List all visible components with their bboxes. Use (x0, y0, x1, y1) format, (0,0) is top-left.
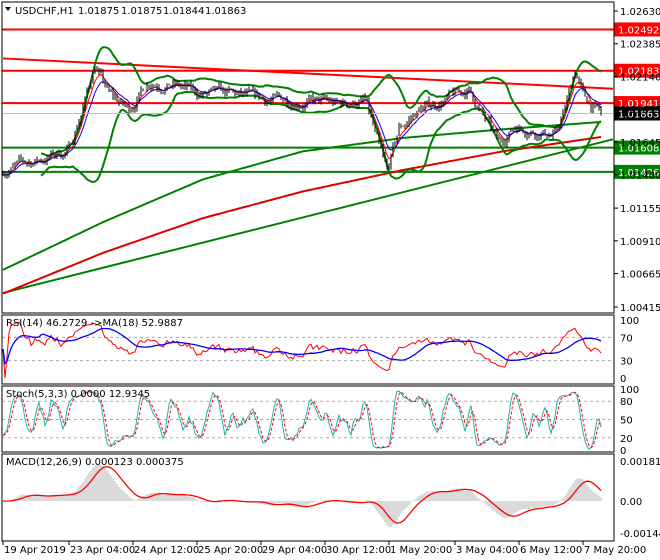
symbol-label: USDCHF,H1 (15, 6, 74, 17)
high-value: 1.01875 (121, 6, 162, 17)
open-value: 1.01875 (78, 6, 119, 17)
macd-axis-label: 0.00 (620, 497, 642, 508)
time-label: 24 Apr 12:00 (134, 545, 199, 556)
time-label: 25 Apr 20:00 (198, 545, 263, 556)
time-label: 3 May 04:00 (456, 545, 518, 556)
price-tick-label: 1.01895 (620, 105, 660, 116)
time-label: 19 Apr 2019 (4, 545, 66, 556)
stoch-axis-label: 20 (620, 434, 633, 445)
stoch-axis-label: 50 (620, 416, 633, 427)
price-tick-label: 1.00910 (620, 237, 660, 248)
rsi-label: RSI(14) 46.2729 ->MA(18) 52.9887 (6, 318, 183, 329)
low-value: 1.01844 (163, 6, 204, 17)
time-label: 7 May 20:00 (584, 545, 646, 556)
price-tick-label: 1.02385 (620, 40, 660, 51)
time-label: 29 Apr 04:00 (262, 545, 327, 556)
price-tick-label: 1.02140 (620, 72, 660, 83)
stoch-label: Stoch(5,3,3) 0.0000 12.9345 (6, 389, 150, 400)
price-tick-label: 1.01645 (620, 138, 660, 149)
chart-header: USDCHF,H1 1.01875 1.01875 1.01844 1.0186… (5, 6, 246, 17)
macd-axis-label: 0.001813 (620, 457, 660, 468)
stoch-axis-label: 100 (620, 385, 639, 396)
macd-label: MACD(12,26,9) 0.000123 0.000375 (6, 457, 184, 468)
price-tick-label: 1.01155 (620, 204, 660, 215)
price-tick-label: 1.00415 (620, 303, 660, 314)
close-value: 1.01863 (205, 6, 246, 17)
time-label: 23 Apr 04:00 (70, 545, 135, 556)
rsi-axis-label: 70 (620, 333, 633, 344)
time-label: 1 May 20:00 (390, 545, 452, 556)
rsi-axis-label: 0 (620, 374, 626, 385)
price-tick-label: 1.00665 (620, 270, 660, 281)
resistance-level-label: 1.02492 (618, 25, 659, 36)
price-tick-label: 1.01400 (620, 171, 660, 182)
stoch-axis-label: 0 (620, 446, 626, 457)
rsi-axis-label: 100 (620, 316, 639, 327)
stoch-axis-label: 80 (620, 397, 633, 408)
rsi-axis-label: 30 (620, 357, 633, 368)
price-tick-label: 1.02630 (620, 7, 660, 18)
time-label: 6 May 12:00 (520, 545, 582, 556)
time-label: 30 Apr 12:00 (326, 545, 391, 556)
trading-chart[interactable]: 1.024921.021831.019411.016081.014261.018… (0, 0, 660, 560)
macd-axis-label: -0.001443 (620, 529, 660, 540)
